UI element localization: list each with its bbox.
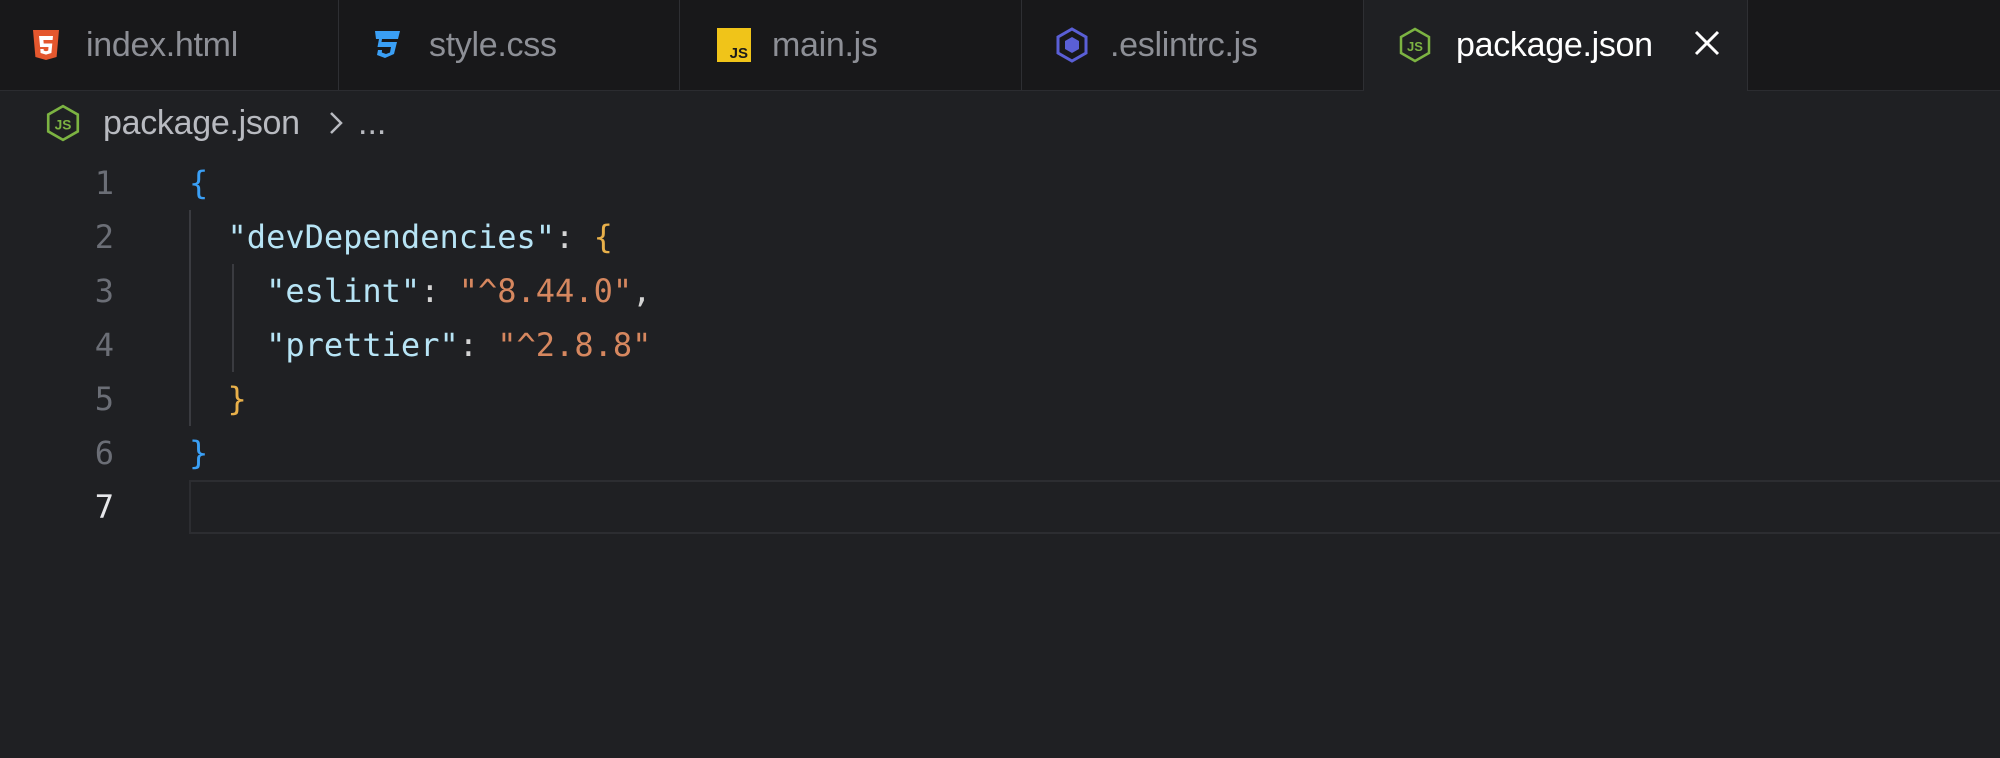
line-number: 5	[94, 380, 114, 418]
code-line: 5 }	[0, 372, 2000, 426]
json-value: "^2.8.8"	[497, 326, 652, 364]
json-key: "eslint"	[266, 272, 421, 310]
tab-label: package.json	[1456, 26, 1653, 64]
nodejs-icon: JS	[46, 104, 80, 142]
tab-label: main.js	[772, 26, 878, 64]
line-content: }	[189, 434, 209, 472]
breadcrumb-file[interactable]: package.json	[103, 100, 300, 146]
code-line: 4 "prettier": "^2.8.8"	[0, 318, 2000, 372]
line-number: 6	[94, 434, 114, 472]
code-line-current: 7	[0, 480, 2000, 534]
line-content: "eslint": "^8.44.0",	[266, 272, 652, 310]
nodejs-icon: JS	[1399, 27, 1431, 63]
breadcrumb: JS package.json ...	[0, 92, 2000, 156]
code-line: 3 "eslint": "^8.44.0",	[0, 264, 2000, 318]
json-key: "prettier"	[266, 326, 459, 364]
line-content: "devDependencies": {	[227, 218, 613, 256]
breadcrumb-ellipsis[interactable]: ...	[358, 100, 386, 146]
line-number: 1	[94, 164, 114, 202]
line-number: 3	[94, 272, 114, 310]
line-number: 2	[94, 218, 114, 256]
svg-text:JS: JS	[55, 117, 72, 132]
close-tab-icon[interactable]	[1690, 26, 1724, 60]
json-value: "^8.44.0"	[458, 272, 633, 310]
tab-main-js[interactable]: JS main.js	[680, 0, 1022, 90]
svg-text:JS: JS	[1407, 39, 1423, 54]
code-line: 2 "devDependencies": {	[0, 210, 2000, 264]
code-line: 1 {	[0, 156, 2000, 210]
line-content: }	[227, 380, 247, 418]
tab-style-css[interactable]: style.css	[339, 0, 680, 90]
css3-icon	[375, 31, 400, 58]
line-number: 7	[94, 488, 114, 526]
code-editor[interactable]: 1 { 2 "devDependencies": { 3 "eslint": "…	[0, 156, 2000, 758]
line-number: 4	[94, 326, 114, 364]
line-content: "prettier": "^2.8.8"	[266, 326, 652, 364]
code-line: 6 }	[0, 426, 2000, 480]
javascript-icon: JS	[717, 28, 751, 62]
tab-label: .eslintrc.js	[1110, 26, 1258, 64]
tab-eslintrc-js[interactable]: .eslintrc.js	[1022, 0, 1364, 90]
svg-text:JS: JS	[730, 45, 748, 62]
eslint-icon	[1056, 27, 1088, 63]
chevron-right-icon	[330, 112, 343, 134]
tab-index-html[interactable]: index.html	[0, 0, 339, 90]
editor-tab-bar: index.html style.css JS main.js .eslintr…	[0, 0, 2000, 91]
tab-label: index.html	[86, 26, 238, 64]
tab-label: style.css	[429, 26, 557, 64]
line-content: {	[189, 164, 209, 202]
html5-icon	[33, 30, 59, 60]
json-key: "devDependencies"	[227, 218, 556, 256]
